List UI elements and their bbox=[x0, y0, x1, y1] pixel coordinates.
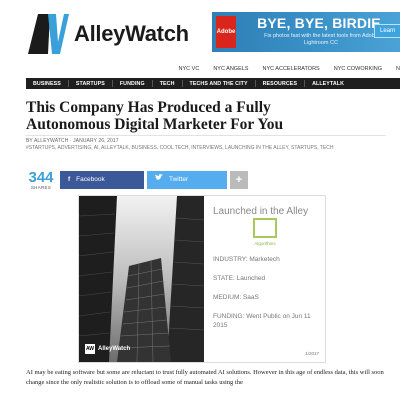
share-counter: 344 SHARES bbox=[26, 170, 56, 190]
nav-item-tech[interactable]: TECH bbox=[153, 81, 182, 87]
industry-field: INDUSTRY: Marketech bbox=[213, 256, 280, 263]
alleywatch-logo[interactable]: AlleyWatch bbox=[26, 10, 196, 58]
nav-item-alleytalk[interactable]: ALLEYTALK bbox=[305, 81, 351, 87]
subnav-item-nyc-coworking[interactable]: NYC COWORKING bbox=[334, 66, 382, 75]
medium-field: MEDIUM: SaaS bbox=[213, 294, 259, 301]
twitter-label: Twitter bbox=[169, 176, 189, 183]
secondary-nav: NYC VC NYC ANGELS NYC ACCELERATORS NYC C… bbox=[26, 66, 400, 75]
panel-date: 1/2017 bbox=[305, 351, 319, 356]
subnav-item-nyc-angels[interactable]: NYC ANGELS bbox=[213, 66, 248, 75]
photo-caption-text: AlleyWatch bbox=[98, 346, 131, 352]
more-share-button[interactable]: + bbox=[230, 171, 248, 189]
twitter-bird-icon bbox=[155, 171, 163, 189]
aw-mini-logo-icon: AW bbox=[85, 344, 95, 354]
article-byline[interactable]: BY ALLEYWATCH · JANUARY 26, 2017 bbox=[26, 138, 119, 144]
facebook-icon: f bbox=[68, 176, 71, 183]
adobe-logo-icon: Adobe bbox=[216, 16, 236, 48]
ad-subtitle: Fix photos fast with the latest tools fr… bbox=[264, 33, 378, 46]
panel-title: Launched in the Alley bbox=[213, 206, 309, 217]
ad-learn-button[interactable]: Learn bbox=[374, 24, 400, 38]
launch-info-panel: Launched in the Alley Algorithms INDUSTR… bbox=[209, 196, 325, 362]
subnav-item-truncated[interactable]: N bbox=[396, 66, 400, 75]
nav-item-resources[interactable]: RESOURCES bbox=[256, 81, 304, 87]
facebook-label: Facebook bbox=[76, 176, 105, 183]
skyscraper-photo: AW AlleyWatch bbox=[79, 196, 204, 362]
article-title: This Company Has Produced a Fully Autono… bbox=[26, 99, 284, 133]
share-count: 344 bbox=[28, 169, 54, 186]
article-body: AI may be eating software but some are r… bbox=[26, 369, 384, 386]
nav-item-startups[interactable]: STARTUPS bbox=[69, 81, 112, 87]
algorithms-logo-icon bbox=[253, 218, 277, 238]
facebook-share-button[interactable]: f Facebook bbox=[60, 171, 144, 189]
aw-logo-mark-icon bbox=[26, 12, 70, 56]
nav-item-techs-and-the-city[interactable]: TECHS AND THE CITY bbox=[183, 81, 255, 87]
ad-banner[interactable]: Adobe BYE, BYE, BIRDIE. Fix photos fast … bbox=[212, 12, 400, 52]
company-logo-label: Algorithms bbox=[254, 241, 276, 246]
ad-title: BYE, BYE, BIRDIE. bbox=[257, 15, 385, 31]
nav-item-business[interactable]: BUSINESS bbox=[26, 81, 68, 87]
brand-name: AlleyWatch bbox=[74, 21, 189, 46]
title-divider bbox=[26, 135, 386, 136]
funding-field: FUNDING: Went Public on Jun 11 bbox=[213, 313, 311, 320]
twitter-share-button[interactable]: Twitter bbox=[147, 171, 227, 189]
state-field: STATE: Launched bbox=[213, 275, 266, 282]
featured-image[interactable]: AW AlleyWatch Launched in the Alley Algo… bbox=[78, 195, 326, 363]
subnav-item-nyc-vc[interactable]: NYC VC bbox=[179, 66, 200, 75]
subnav-item-nyc-accelerators[interactable]: NYC ACCELERATORS bbox=[262, 66, 319, 75]
main-nav: BUSINESS STARTUPS FUNDING TECH TECHS AND… bbox=[26, 78, 400, 89]
nav-item-funding[interactable]: FUNDING bbox=[113, 81, 152, 87]
photo-watermark: AW AlleyWatch bbox=[85, 344, 130, 354]
funding-field-cont: 2015 bbox=[213, 322, 228, 329]
article-tags[interactable]: #STARTUPS, ADVERTISING, AI, ALLEYTALK, B… bbox=[26, 145, 334, 151]
